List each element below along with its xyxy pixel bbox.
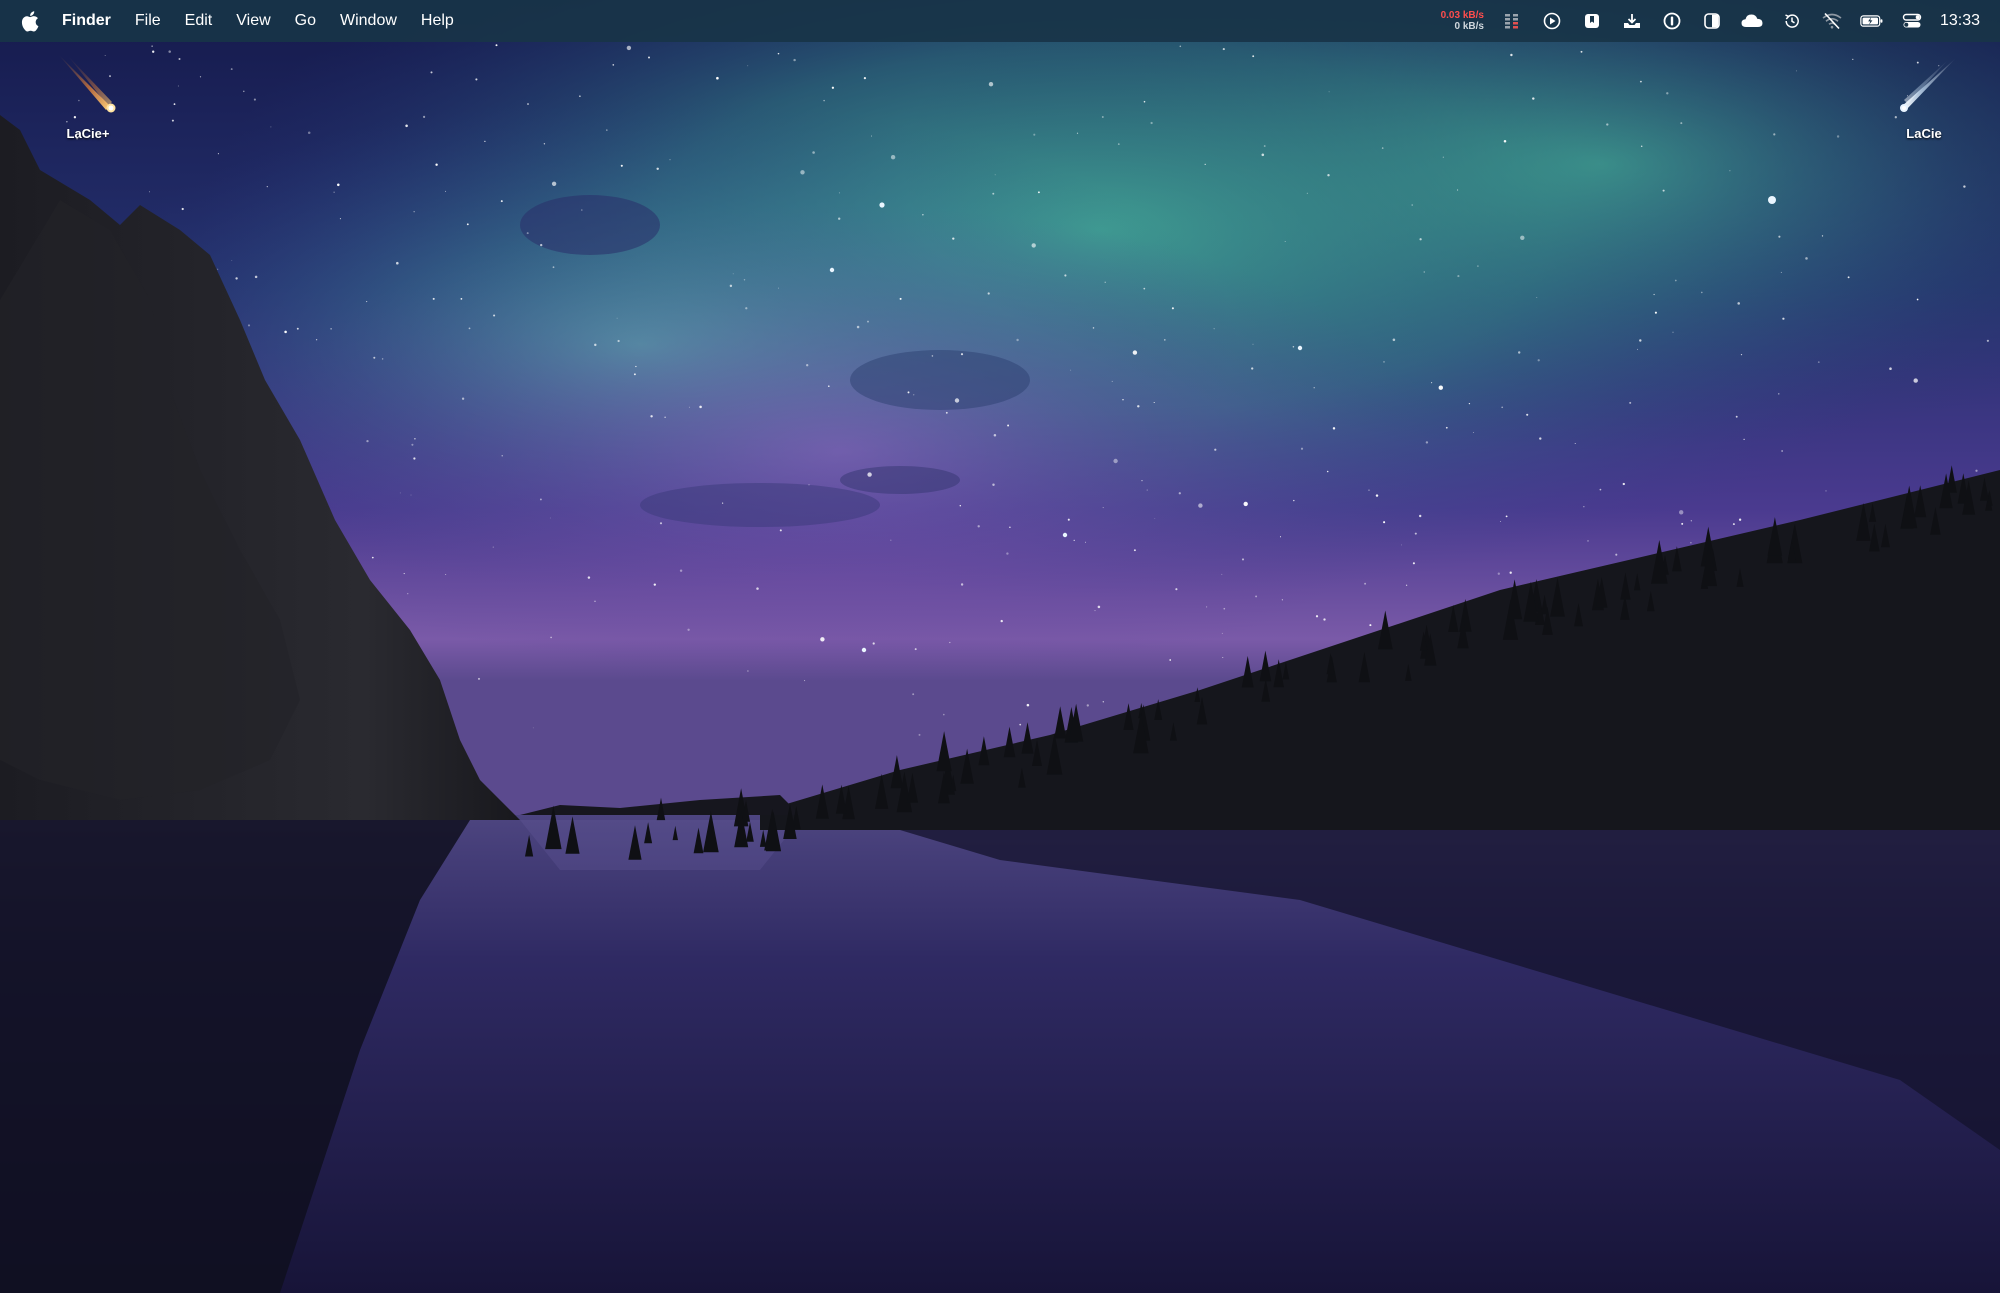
memory-bars-icon[interactable] (1500, 9, 1524, 33)
desktop-icon-label: LaCie+ (66, 126, 110, 141)
battery-charging-icon[interactable] (1860, 9, 1884, 33)
network-download-rate: 0 kB/s (1454, 21, 1484, 32)
desktop-icon-lacie-plus[interactable]: LaCie+ (33, 48, 143, 141)
comet-drive-icon-orange (58, 54, 116, 113)
menu-go[interactable]: Go (283, 0, 328, 42)
menu-edit[interactable]: Edit (173, 0, 225, 42)
menu-left: Finder File Edit View Go Window Help (0, 0, 466, 42)
network-upload-rate: 0.03 kB/s (1440, 10, 1484, 21)
status-area: 0.03 kB/s 0 kB/s 13:33 (1441, 0, 2000, 42)
apple-logo-icon[interactable] (20, 10, 40, 32)
time-machine-icon[interactable] (1780, 9, 1804, 33)
contrast-toggle-icon[interactable] (1700, 9, 1724, 33)
desktop-icon-label: LaCie (1906, 126, 1942, 141)
menu-window[interactable]: Window (328, 0, 409, 42)
menu-app-finder[interactable]: Finder (62, 0, 123, 42)
network-speed-monitor[interactable]: 0.03 kB/s 0 kB/s (1441, 10, 1484, 32)
cloud-icon[interactable] (1740, 9, 1764, 33)
password-manager-icon[interactable] (1660, 9, 1684, 33)
comet-drive-icon-white (1900, 58, 1956, 112)
wallpaper (0, 0, 2000, 1293)
desktop[interactable]: Finder File Edit View Go Window Help 0.0… (0, 0, 2000, 1293)
desktop-icon-lacie[interactable]: LaCie (1869, 48, 1979, 141)
control-center-icon[interactable] (1900, 9, 1924, 33)
play-circle-icon[interactable] (1540, 9, 1564, 33)
menu-help[interactable]: Help (409, 0, 466, 42)
menu-view[interactable]: View (224, 0, 282, 42)
menu-bar: Finder File Edit View Go Window Help 0.0… (0, 0, 2000, 42)
bookmark-app-icon[interactable] (1580, 9, 1604, 33)
menu-bar-clock[interactable]: 13:33 (1940, 12, 1980, 30)
download-tray-icon[interactable] (1620, 9, 1644, 33)
wifi-off-icon[interactable] (1820, 9, 1844, 33)
menu-file[interactable]: File (123, 0, 173, 42)
